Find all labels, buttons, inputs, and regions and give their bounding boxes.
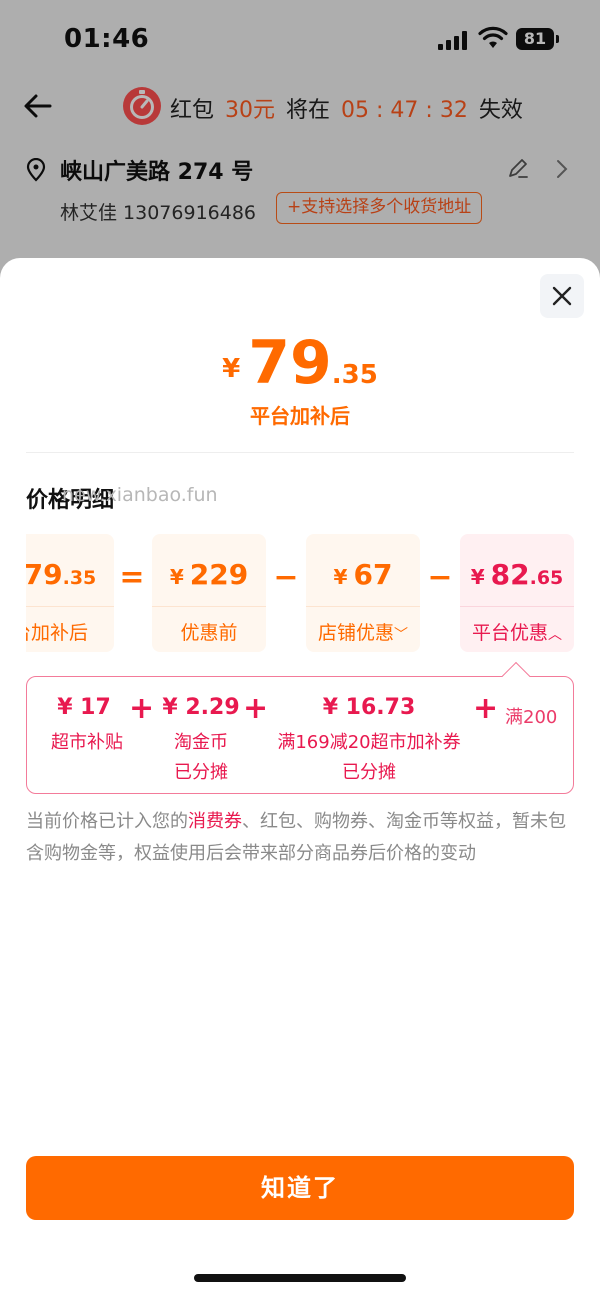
plus-sign: + xyxy=(473,691,499,726)
detail-value: ¥ 2.29 xyxy=(162,695,240,720)
price-note: 当前价格已计入您的消费券、红包、购物券、淘金币等权益，暂未包含购物金等，权益使用… xyxy=(26,811,566,864)
close-icon xyxy=(552,286,572,306)
price-integer: 79 xyxy=(248,328,332,398)
detail-label: 淘金币 xyxy=(174,732,228,753)
note-highlight[interactable]: 消费券 xyxy=(188,811,242,832)
card-final-label: 台加补后 xyxy=(26,622,88,644)
detail-label: 超市补贴 xyxy=(51,732,123,753)
watermark: new.xianbao.fun xyxy=(62,484,218,506)
price-breakdown-row: ¥79.35 台加补后 = ¥229 优惠前 − ¥67 店铺优惠﹀ − ¥82… xyxy=(26,534,574,652)
chevron-up-icon: ︿ xyxy=(548,627,562,643)
plus-sign: + xyxy=(243,691,269,726)
close-button[interactable] xyxy=(540,274,584,318)
equals-sign: = xyxy=(119,560,145,595)
detail-item: ¥ 2.29 淘金币 已分摊 xyxy=(161,695,241,788)
plus-sign: + xyxy=(129,691,155,726)
chevron-down-icon: ﹀ xyxy=(394,627,408,643)
price-decimal: .35 xyxy=(331,360,378,390)
detail-sub: 已分摊 xyxy=(174,762,228,783)
minus-sign: − xyxy=(427,560,453,595)
home-indicator xyxy=(194,1274,406,1282)
price-detail-sheet: ¥79.35 平台加补后 价格明细 new.xianbao.fun ¥79.35… xyxy=(0,258,600,1298)
detail-value: ¥ 16.73 xyxy=(322,695,416,720)
card-store-discount[interactable]: ¥67 店铺优惠﹀ xyxy=(306,534,420,652)
minus-sign: − xyxy=(273,560,299,595)
divider xyxy=(26,452,574,453)
detail-label: 满169减20超市加补券 xyxy=(277,732,461,753)
price-currency: ¥ xyxy=(222,354,241,384)
card-store-label: 店铺优惠 xyxy=(317,622,394,644)
detail-value: ¥ 17 xyxy=(57,695,111,720)
card-platform-label: 平台优惠 xyxy=(471,622,548,644)
card-original-label: 优惠前 xyxy=(180,622,238,644)
card-final-price: ¥79.35 台加补后 xyxy=(26,534,114,652)
platform-discount-details: ¥ 17 超市补贴 + ¥ 2.29 淘金币 已分摊 + ¥ 16.73 满16… xyxy=(26,676,574,794)
detail-sub: 已分摊 xyxy=(342,762,396,783)
confirm-button[interactable]: 知道了 xyxy=(26,1156,574,1220)
card-original-price: ¥229 优惠前 xyxy=(152,534,266,652)
price-subtitle: 平台加补后 xyxy=(250,404,350,428)
card-platform-discount[interactable]: ¥82.65 平台优惠︿ xyxy=(460,534,574,652)
detail-item: ¥ 17 超市补贴 xyxy=(51,695,123,758)
detail-item: ¥ 16.73 满169减20超市加补券 已分摊 xyxy=(273,695,465,788)
detail-item-partial: 满200 xyxy=(505,695,573,733)
final-price: ¥79.35 xyxy=(0,328,600,398)
detail-label: 满200 xyxy=(505,707,558,728)
